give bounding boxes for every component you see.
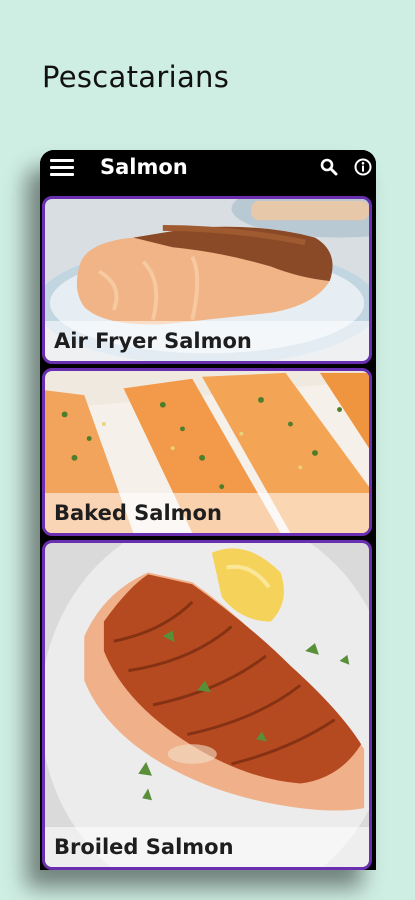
broiled-salmon-photo xyxy=(45,543,369,867)
recipe-card-baked-salmon[interactable]: Baked Salmon xyxy=(42,368,372,536)
search-icon[interactable] xyxy=(320,158,338,176)
recipe-title: Air Fryer Salmon xyxy=(54,329,252,353)
promo-title: Pescatarians xyxy=(42,60,230,94)
menu-icon[interactable] xyxy=(50,159,74,177)
recipe-card-broiled-salmon[interactable]: Broiled Salmon xyxy=(42,540,372,870)
recipe-title: Broiled Salmon xyxy=(54,835,234,859)
recipe-title: Baked Salmon xyxy=(54,501,222,525)
app-title: Salmon xyxy=(100,155,188,179)
app-bar: Salmon xyxy=(40,150,376,186)
phone-frame: Salmon Air Fryer Salmon Baked Salmon Bro… xyxy=(40,150,376,870)
recipe-card-air-fryer-salmon[interactable]: Air Fryer Salmon xyxy=(42,196,372,364)
info-icon[interactable] xyxy=(354,158,372,176)
